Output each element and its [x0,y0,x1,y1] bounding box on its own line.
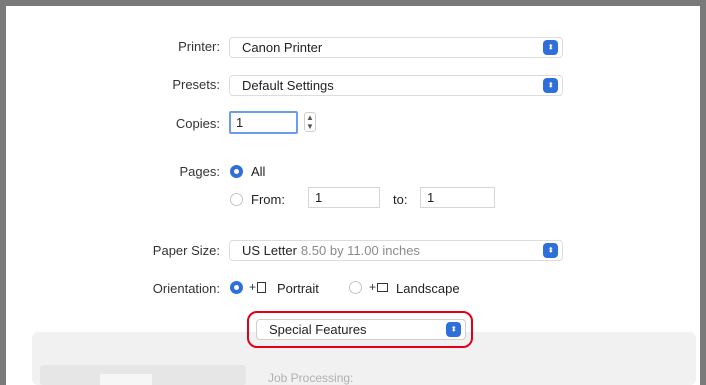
popup-arrows-icon: ⬍ [543,243,558,258]
pages-from-label: From: [251,192,285,207]
popup-arrows-icon: ⬍ [543,78,558,93]
job-processing-label: Job Processing: [268,371,354,385]
orientation-portrait-radio[interactable] [230,281,243,294]
printer-value: Canon Printer [242,40,323,55]
orientation-portrait-label: Portrait [277,281,319,296]
paper-size-value: US Letter [242,243,297,258]
pages-from-radio[interactable] [230,193,243,206]
pages-all-label: All [251,164,266,179]
pages-all-radio[interactable] [230,165,243,178]
paper-size-label: Paper Size: [152,243,220,258]
pages-to-label: to: [393,192,408,207]
options-sidebar-item [100,374,152,385]
printer-popup[interactable]: Canon Printer ⬍ [229,37,563,58]
window-frame-right [700,0,706,385]
portrait-orientation-icon: + [249,280,267,294]
orientation-label: Orientation: [152,281,220,296]
pages-label: Pages: [179,164,220,179]
popup-arrows-icon: ⬍ [543,40,558,55]
copies-label: Copies: [175,116,220,131]
copies-input[interactable]: 1 [229,111,298,134]
presets-popup[interactable]: Default Settings ⬍ [229,75,563,96]
pages-from-input[interactable]: 1 [308,187,380,208]
printer-label: Printer: [178,39,220,54]
copies-stepper-icon[interactable]: ▲ ▼ [304,112,316,132]
pages-to-input[interactable]: 1 [420,187,495,208]
orientation-landscape-radio[interactable] [349,281,362,294]
landscape-orientation-icon: + [369,280,389,294]
orientation-landscape-label: Landscape [396,281,460,296]
paper-size-popup[interactable]: US Letter 8.50 by 11.00 inches ⬍ [229,240,563,261]
highlight-outline [247,311,473,348]
paper-size-detail: 8.50 by 11.00 inches [300,243,420,258]
presets-label: Presets: [172,77,220,92]
presets-value: Default Settings [242,78,334,93]
